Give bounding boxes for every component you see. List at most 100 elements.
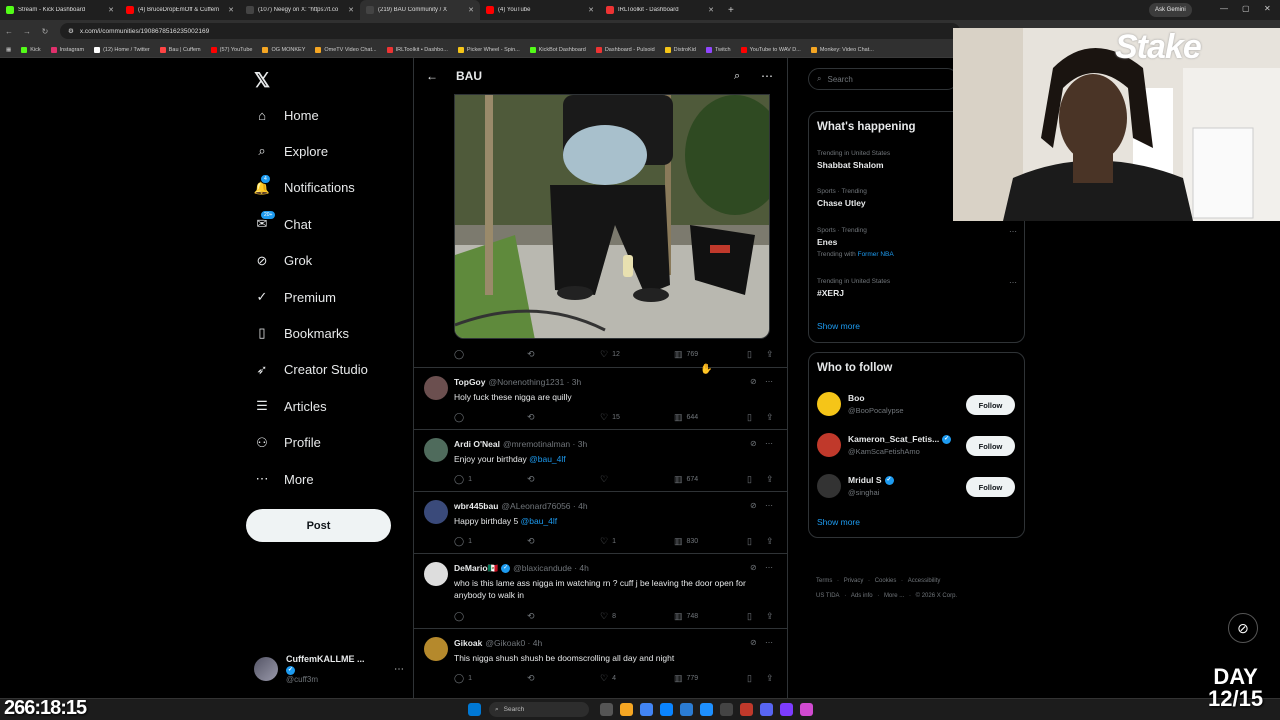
nav-item-chat[interactable]: ✉ 20+ Chat [254,209,311,239]
bookmark-item[interactable]: DistroKid [664,46,696,53]
repost-button[interactable]: ⟲ [527,536,535,547]
author-name[interactable]: wbr445bau [454,501,498,511]
footer-link[interactable]: More ... [884,593,904,599]
reply-tweet[interactable]: Ardi O'Neal @mremotinalman · 3h Enjoy your… [414,429,787,491]
footer-link[interactable]: Terms [816,578,832,584]
reply-button[interactable]: ◯ [454,349,468,360]
share-button[interactable]: ⇪ [766,474,774,485]
mention-link[interactable]: @bau_4lf [521,516,558,526]
browser-tab[interactable]: (107) Neegy on X: "https://t.co ✕ [240,0,360,20]
more-options-icon[interactable]: ⋯ [765,563,773,572]
follow-suggestion[interactable]: Kameron_Scat_Fetis... ✓ @KamScaFetishAmo Fo… [817,432,1017,460]
post-button[interactable]: Post [246,509,391,542]
discord-icon[interactable] [760,703,773,716]
author-name[interactable]: Ardi O'Neal [454,439,500,449]
footer-link[interactable]: US TIDA [816,593,840,599]
nav-item-home[interactable]: ⌂ Home [254,100,319,130]
avatar[interactable] [424,562,448,586]
reply-tweet[interactable]: DeMario🇲🇽 ✓ @blaxicandude · 4h who is this … [414,553,787,628]
footer-link[interactable]: Ads info [851,593,873,599]
close-window-icon[interactable]: ✕ [1264,4,1271,13]
bookmark-item[interactable]: OmeTV Video Chat... [315,46,377,53]
browser-tab[interactable]: (4) BruceDropEmOff & Cuffem ✕ [120,0,240,20]
show-more-trends-link[interactable]: Show more [817,321,860,331]
views-button[interactable]: ▥ 830 [674,536,698,547]
mail-icon[interactable] [700,703,713,716]
views-button[interactable]: ▥ 674 [674,474,698,485]
bookmark-item[interactable]: Instagram [50,46,84,53]
search-input[interactable]: ⌕ Search [808,68,958,90]
close-tab-icon[interactable]: ✕ [228,6,234,14]
like-button[interactable]: ♡ 4 [600,673,616,684]
nav-item-articles[interactable]: ☰ Articles [254,391,326,421]
footer-link[interactable]: © 2026 X Corp. [916,593,957,599]
follow-suggestion[interactable]: Mridul S ✓ @singhai Follow [817,473,1017,501]
trend-item[interactable]: Trending in United States #XERJ ⋯ [817,278,1017,298]
share-button[interactable]: ⇪ [766,349,774,360]
new-tab-button[interactable]: + [728,5,734,16]
like-button[interactable]: ♡ [600,474,612,485]
back-arrow-icon[interactable]: ← [426,69,438,83]
bookmark-button[interactable]: ▯ [747,673,752,684]
trend-subtext-link[interactable]: Former NBA [858,251,894,258]
reply-tweet[interactable]: wbr445bau @ALeonard76056 · 4h Happy birthd… [414,491,787,553]
show-more-follow-link[interactable]: Show more [817,517,860,527]
grok-explain-icon[interactable]: ⊘ [750,377,759,386]
share-button[interactable]: ⇪ [766,673,774,684]
close-tab-icon[interactable]: ✕ [348,6,354,14]
bookmark-item[interactable]: (57) YouTube [210,46,252,53]
minimize-icon[interactable]: — [1220,4,1228,13]
bookmark-item[interactable]: OG MONKEY [262,46,305,53]
chrome-icon[interactable] [640,703,653,716]
browser-tab[interactable]: Stream - Kick Dashboard ✕ [0,0,120,20]
avatar[interactable] [424,376,448,400]
close-tab-icon[interactable]: ✕ [108,6,114,14]
nav-item-creator-studio[interactable]: ➶ Creator Studio [254,355,368,385]
avatar[interactable] [424,500,448,524]
x-logo-icon[interactable]: 𝕏 [254,68,270,93]
app-icon-pink[interactable] [800,703,813,716]
reload-icon[interactable]: ↻ [36,27,54,36]
nav-item-bookmarks[interactable]: ▯ Bookmarks [254,318,349,348]
mention-link[interactable]: @bau_4lf [529,454,566,464]
trend-more-icon[interactable]: ⋯ [1009,227,1017,236]
views-button[interactable]: ▥ 769 [674,349,698,360]
obs-icon[interactable] [720,703,733,716]
avatar[interactable] [817,474,841,498]
trend-more-icon[interactable]: ⋯ [1009,278,1017,287]
reply-button[interactable]: ◯ 1 [454,474,472,485]
more-options-icon[interactable]: ⋯ [765,638,773,647]
back-nav-icon[interactable]: ← [0,27,18,36]
repost-button[interactable]: ⟲ [527,474,535,485]
ask-gemini-button[interactable]: Ask Gemini [1149,3,1192,17]
grok-explain-icon[interactable]: ⊘ [750,563,759,572]
store-icon[interactable] [680,703,693,716]
bookmark-item[interactable]: KickBot Dashboard [529,46,586,53]
bookmark-item[interactable]: Picker Wheel - Spin... [457,46,520,53]
url-field[interactable]: ⚙ x.com/i/communities/190867851623500216… [60,23,960,39]
repost-button[interactable]: ⟲ [527,412,535,423]
like-button[interactable]: ♡ 1 [600,536,616,547]
repost-button[interactable]: ⟲ [527,349,539,360]
bookmark-button[interactable]: ▯ [747,474,752,485]
account-more-icon[interactable]: ⋯ [394,664,404,675]
maximize-icon[interactable]: ▢ [1242,4,1250,13]
bookmark-button[interactable]: ▯ [747,412,752,423]
nav-item-grok[interactable]: ⊘ Grok [254,246,313,276]
post-video[interactable] [454,94,770,339]
author-name[interactable]: Gikoak [454,638,482,648]
bookmark-button[interactable]: ▯ [747,349,752,360]
close-tab-icon[interactable]: ✕ [468,6,474,14]
bookmark-button[interactable]: ▯ [747,536,752,547]
bookmark-item[interactable]: Twitch [705,46,731,53]
browser-tab[interactable]: IRLToolkit - Dashboard ✕ [600,0,720,20]
forward-nav-icon[interactable]: → [18,27,36,36]
nav-item-notifications[interactable]: 🔔 4 Notifications [254,173,355,203]
grok-floating-icon[interactable]: ⊘ [1228,613,1258,643]
nav-item-more[interactable]: ⋯ More [254,464,314,494]
edge-icon[interactable] [660,703,673,716]
app-icon-red[interactable] [740,703,753,716]
reply-button[interactable]: ◯ [454,611,468,622]
more-options-icon[interactable]: ⋯ [765,501,773,510]
bookmark-item[interactable]: Dashboard - Pulsoid [595,46,655,53]
